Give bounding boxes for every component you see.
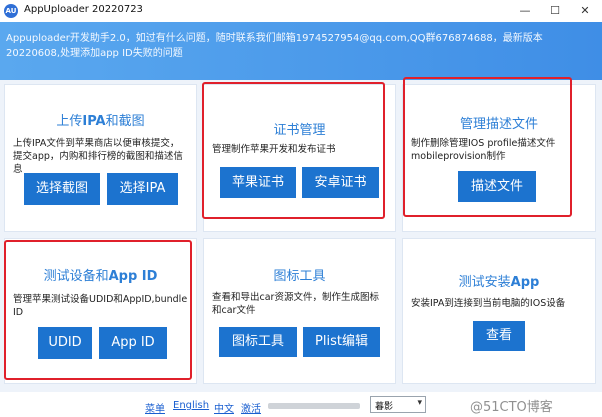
card-profile-desc: 制作删除管理IOS profile描述文件mobileprovision制作 (411, 138, 556, 162)
card-cert-desc: 管理制作苹果开发和发布证书 (212, 144, 336, 155)
card-install: 测试安装App 安装IPA到连接到当前电脑的IOS设备 查看 (402, 238, 596, 384)
info-banner: Appuploader开发助手2.0，如过有什么问题，随时联系我们邮箱19745… (0, 22, 602, 80)
card-device-desc: 管理苹果测试设备UDID和AppID,bundle ID (13, 294, 188, 318)
chevron-down-icon: ▾ (417, 398, 422, 408)
app-logo-icon: AU (4, 4, 18, 18)
redacted-text (268, 403, 360, 409)
card-icon-title: 图标工具 (273, 269, 326, 284)
card-upload-desc: 上传IPA文件到苹果商店以便审核提交，提交app，内购和排行榜的截图和描述信息 (13, 138, 183, 175)
view-button[interactable]: 查看 (473, 321, 525, 351)
window-title: AppUploader 20220723 (24, 4, 143, 15)
plist-edit-button[interactable]: Plist编辑 (303, 327, 380, 357)
card-cert-title: 证书管理 (273, 123, 326, 138)
apple-cert-button[interactable]: 苹果证书 (220, 167, 296, 198)
card-upload-title: 上传IPA和截图 (5, 110, 196, 129)
chinese-link[interactable]: 中文 (214, 400, 234, 415)
title-part: App ID (108, 269, 158, 284)
title-part: 和截图 (105, 114, 145, 129)
theme-select[interactable]: 暮影 ▾ (370, 396, 426, 413)
theme-select-value: 暮影 (375, 402, 394, 412)
card-install-desc: 安装IPA到连接到当前电脑的IOS设备 (411, 298, 566, 309)
app-id-button[interactable]: App ID (99, 327, 167, 359)
card-profile: 管理描述文件 制作删除管理IOS profile描述文件mobileprovis… (402, 84, 596, 232)
english-link[interactable]: English (173, 400, 209, 411)
maximize-icon[interactable]: ☐ (540, 0, 570, 22)
udid-button[interactable]: UDID (38, 327, 92, 359)
card-profile-title: 管理描述文件 (459, 117, 538, 132)
card-install-title: 测试安装App (403, 271, 595, 290)
watermark: @51CTO博客 (470, 400, 553, 415)
title-part: 上传 (56, 114, 83, 129)
card-icon-tool: 图标工具 查看和导出car资源文件，制作生成图标和car文件 图标工具 Plis… (203, 238, 396, 384)
card-upload: 上传IPA和截图 上传IPA文件到苹果商店以便审核提交，提交app，内购和排行榜… (4, 84, 197, 232)
android-cert-button[interactable]: 安卓证书 (302, 167, 379, 198)
card-device: 测试设备和App ID 管理苹果测试设备UDID和AppID,bundle ID… (4, 238, 197, 384)
menu-link[interactable]: 菜单 (145, 400, 165, 415)
minimize-icon[interactable]: — (510, 0, 540, 22)
banner-text: Appuploader开发助手2.0，如过有什么问题，随时联系我们邮箱19745… (6, 33, 543, 59)
main-panel: 上传IPA和截图 上传IPA文件到苹果商店以便审核提交，提交app，内购和排行榜… (0, 80, 602, 392)
card-device-title: 测试设备和App ID (5, 265, 196, 284)
icon-tool-button[interactable]: 图标工具 (219, 327, 297, 357)
card-cert: 证书管理 管理制作苹果开发和发布证书 苹果证书 安卓证书 (203, 84, 396, 232)
select-screenshot-button[interactable]: 选择截图 (24, 173, 100, 205)
title-bar: AU AppUploader 20220723 — ☐ ✕ (0, 0, 602, 22)
footer-bar: 菜单 English 中文 激活 暮影 ▾ @51CTO博客 (0, 392, 602, 417)
close-icon[interactable]: ✕ (570, 0, 600, 22)
title-part: App (510, 275, 540, 290)
title-part: 测试安装 (458, 275, 511, 290)
activate-link[interactable]: 激活 (241, 400, 261, 415)
card-icon-desc: 查看和导出car资源文件，制作生成图标和car文件 (212, 292, 379, 316)
title-part: 测试设备和 (43, 269, 109, 284)
select-ipa-button[interactable]: 选择IPA (107, 173, 178, 205)
title-part: IPA (82, 114, 106, 129)
profile-button[interactable]: 描述文件 (458, 171, 536, 202)
